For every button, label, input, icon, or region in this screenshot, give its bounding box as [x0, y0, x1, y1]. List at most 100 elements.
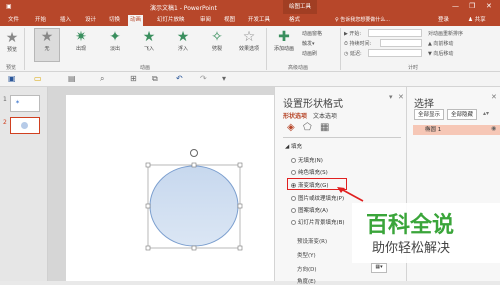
open-folder-icon[interactable]: ▭: [34, 74, 42, 83]
effect-options-button[interactable]: ☆ 效果选项: [234, 29, 264, 52]
preview-button[interactable]: ★ 预览: [3, 30, 21, 53]
zoom-icon[interactable]: ⌕: [100, 74, 104, 84]
star-icon: ★: [142, 29, 156, 45]
start-label: ▶ 开始:: [344, 31, 362, 37]
divider: [283, 137, 401, 138]
direction-dropdown[interactable]: ▦▾: [371, 263, 387, 273]
ribbon: ★ 预览 ★ 无 ✷ 出现 ✦ 淡出 ★ 飞入 ★ 浮入 ✧ 劈裂 ☆ 效果选项…: [0, 26, 500, 72]
divider: [340, 28, 341, 70]
share-button[interactable]: ♟ 共享: [468, 15, 486, 25]
animation-pane-button[interactable]: 动画窗格: [302, 30, 322, 37]
radio-solid-fill[interactable]: 纯色填充(S): [291, 168, 328, 176]
divider: [24, 28, 25, 70]
hide-all-button[interactable]: 全部隐藏: [447, 109, 478, 120]
slide[interactable]: [66, 95, 276, 281]
effect-label: 无: [44, 46, 50, 52]
radio-icon: [291, 158, 296, 163]
fill-line-icon[interactable]: ◈: [287, 122, 295, 133]
effect-appear[interactable]: ✷ 出现: [68, 29, 94, 52]
group-timing-label: 计时: [408, 65, 419, 71]
customize-icon[interactable]: ▾: [222, 74, 226, 83]
animation-painter-button[interactable]: 动画刷: [302, 50, 317, 57]
close-pane-icon[interactable]: ✕: [491, 93, 497, 101]
move-later-button[interactable]: ▼ 向后移动: [428, 50, 453, 57]
group-advanced-label: 高级动画: [288, 65, 309, 71]
add-animation-button[interactable]: ✚ 添加动画: [268, 29, 300, 52]
tab-shape-options[interactable]: 形状选项: [283, 111, 307, 120]
trigger-button[interactable]: 触发▾: [302, 40, 315, 47]
tab-developer[interactable]: 开发工具: [246, 15, 272, 25]
effect-fly-in[interactable]: ★ 飞入: [136, 29, 162, 52]
tab-view[interactable]: 视图: [222, 15, 237, 25]
document-title: 演示文稿1 - PowerPoint: [150, 5, 217, 12]
close-icon[interactable]: ✕: [486, 2, 492, 10]
context-tab-header: 绘图工具: [283, 0, 317, 14]
watermark: 百科全说 助你轻松解决: [352, 203, 500, 263]
tab-animations[interactable]: 动画: [128, 15, 144, 26]
radio-icon: [291, 208, 296, 213]
start-dropdown[interactable]: [368, 29, 422, 37]
effects-icon[interactable]: ⬠: [303, 122, 312, 133]
duration-input[interactable]: [380, 39, 422, 47]
tab-text-options[interactable]: 文本选项: [313, 111, 337, 120]
tab-home[interactable]: 开始: [33, 15, 48, 25]
show-all-button[interactable]: 全部显示: [414, 109, 445, 120]
effect-fade[interactable]: ✦ 淡出: [102, 29, 128, 52]
ribbon-tabs: 文件 开始 插入 设计 切换 动画 幻灯片放映 审阅 视图 开发工具 格式 ♀ …: [0, 14, 500, 26]
radio-pattern-fill[interactable]: 图案填充(A): [291, 206, 328, 214]
slide-drawing: [145, 149, 243, 251]
add-animation-icon: ✚: [278, 29, 290, 45]
slide-thumbnail-1[interactable]: ✶: [10, 95, 40, 112]
star-icon: ✷: [75, 29, 87, 45]
angle-label: 角度(E): [297, 279, 316, 285]
tab-design[interactable]: 设计: [83, 15, 98, 25]
effect-split[interactable]: ✧ 劈裂: [204, 29, 230, 52]
visibility-eye-icon[interactable]: ◉: [491, 125, 496, 132]
effect-float-in[interactable]: ★ 浮入: [170, 29, 196, 52]
redo-icon[interactable]: ↷: [200, 74, 207, 83]
tell-me-search[interactable]: ♀ 告诉我您想要做什么...: [335, 15, 395, 25]
tab-file[interactable]: 文件: [6, 15, 21, 25]
minimize-icon[interactable]: —: [452, 2, 459, 10]
restore-icon[interactable]: ❐: [469, 2, 475, 10]
effect-none[interactable]: ★ 无: [34, 28, 60, 62]
slide-number: 1: [3, 96, 7, 103]
sign-in-link[interactable]: 登录: [438, 15, 449, 25]
delay-input[interactable]: [368, 49, 422, 57]
save-icon[interactable]: ▣: [8, 74, 16, 83]
tab-slideshow[interactable]: 幻灯片放映: [155, 15, 187, 25]
arrange-icon[interactable]: ⧉: [152, 74, 158, 84]
ellipse-shape[interactable]: [149, 165, 239, 247]
pane-menu-icon[interactable]: ▾: [389, 93, 393, 101]
star-icon: ★: [176, 29, 190, 45]
group-animation-label: 动画: [140, 65, 151, 71]
order-arrows-icon[interactable]: ▴▾: [483, 110, 489, 117]
radio-icon: [291, 220, 296, 225]
radio-no-fill[interactable]: 无填充(N): [291, 156, 323, 164]
radio-background-fill[interactable]: 幻灯片背景填充(B): [291, 218, 345, 226]
tab-transitions[interactable]: 切换: [107, 15, 122, 25]
tab-review[interactable]: 审阅: [198, 15, 213, 25]
undo-icon[interactable]: ↶: [176, 74, 183, 83]
format-pane-title: 设置形状格式: [283, 99, 343, 110]
section-fill[interactable]: ◢ 填充: [285, 142, 302, 150]
tab-format[interactable]: 格式: [287, 15, 302, 25]
delay-label: ◷ 延迟:: [344, 51, 362, 57]
size-properties-icon[interactable]: ▦: [320, 122, 329, 133]
tab-insert[interactable]: 插入: [58, 15, 73, 25]
new-slide-icon[interactable]: ▤: [68, 74, 76, 83]
selection-item-ellipse[interactable]: 椭圆 1: [413, 125, 500, 135]
crop-icon[interactable]: ⊞: [130, 74, 137, 83]
selection-item-label: 椭圆 1: [425, 127, 442, 133]
animation-star-icon: ✶: [15, 99, 21, 106]
option-label: 图案填充(A): [298, 208, 329, 214]
close-pane-icon[interactable]: ✕: [398, 93, 404, 101]
move-earlier-button[interactable]: ▲ 向前移动: [428, 40, 453, 47]
effect-label: 淡出: [109, 46, 120, 52]
rotate-handle-icon[interactable]: [190, 149, 198, 157]
save-icon[interactable]: ▣: [6, 3, 12, 10]
red-arrow-icon: [337, 187, 364, 202]
reorder-label: 对动画重新排序: [428, 31, 464, 37]
option-label: 幻灯片背景填充(B): [298, 220, 345, 226]
slide-thumbnail-2[interactable]: [10, 117, 40, 134]
